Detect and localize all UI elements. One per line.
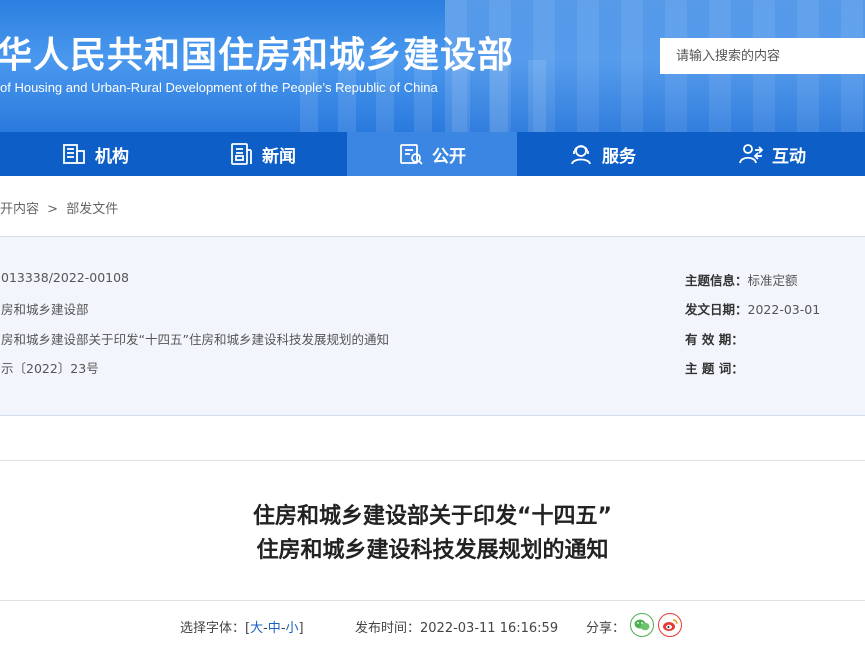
site-subtitle: of Housing and Urban-Rural Development o… [0, 80, 438, 95]
nav-label-interaction: 互动 [772, 146, 806, 167]
share-label: 分享： [586, 621, 626, 636]
publisher: 房和城乡建设部 [1, 302, 89, 317]
header-banner: 华人民共和国住房和城乡建设部 of Housing and Urban-Rura… [0, 0, 865, 132]
nav-item-public[interactable]: 公开 [347, 132, 517, 176]
wechat-icon [634, 619, 650, 631]
document-title-line2: 住房和城乡建设科技发展规划的通知 [256, 538, 609, 563]
font-size-selector: 选择字体：[大-中-小] [180, 621, 304, 636]
divider-2 [0, 600, 865, 601]
weibo-share-button[interactable] [658, 613, 682, 637]
index-number: 013338/2022-00108 [1, 270, 130, 285]
publish-time: 发布时间：2022-03-11 16:16:59 [355, 621, 559, 636]
document-title: 住房和城乡建设部关于印发“十四五” 住房和城乡建设科技发展规划的通知 [0, 500, 865, 568]
breadcrumb-current[interactable]: 部发文件 [66, 202, 118, 217]
interaction-icon [738, 142, 764, 166]
service-icon [568, 142, 594, 166]
building-icon [61, 142, 87, 166]
breadcrumb: 开内容 > 部发文件 [0, 198, 122, 217]
document-title-line1: 住房和城乡建设部关于印发“十四五” [253, 504, 612, 529]
public-doc-icon [398, 142, 424, 166]
divider [0, 460, 865, 461]
nav-item-news[interactable]: 新闻 [177, 132, 347, 176]
nav-item-organization[interactable]: 机构 [0, 132, 177, 176]
document-number: 示〔2022〕23号 [1, 361, 99, 376]
topic-info: 主题信息：标准定额 [685, 273, 798, 288]
nav-label-public: 公开 [432, 146, 466, 167]
font-large-link[interactable]: 大 [250, 621, 263, 636]
document-name: 房和城乡建设部关于印发“十四五”住房和城乡建设科技发展规划的通知 [1, 332, 389, 347]
validity: 有 效 期： [685, 332, 744, 347]
font-medium-link[interactable]: 中 [268, 621, 281, 636]
wechat-share-button[interactable] [630, 613, 654, 637]
main-nav: 机构 新闻 公开 服务 互动 [0, 132, 865, 176]
news-icon [228, 142, 254, 166]
font-small-link[interactable]: 小 [286, 621, 299, 636]
keywords: 主 题 词： [685, 361, 744, 376]
site-title[interactable]: 华人民共和国住房和城乡建设部 [0, 26, 514, 78]
nav-label-service: 服务 [602, 146, 636, 167]
issue-date: 发文日期：2022-03-01 [685, 302, 821, 317]
breadcrumb-separator: > [47, 202, 59, 217]
document-info-box: 013338/2022-00108 房和城乡建设部 房和城乡建设部关于印发“十四… [0, 236, 865, 416]
nav-item-interaction[interactable]: 互动 [687, 132, 857, 176]
nav-label-organization: 机构 [95, 146, 129, 167]
nav-item-service[interactable]: 服务 [517, 132, 687, 176]
nav-label-news: 新闻 [262, 146, 296, 167]
search-input[interactable] [660, 38, 865, 74]
weibo-icon [663, 619, 678, 631]
breadcrumb-parent[interactable]: 开内容 [0, 202, 39, 217]
